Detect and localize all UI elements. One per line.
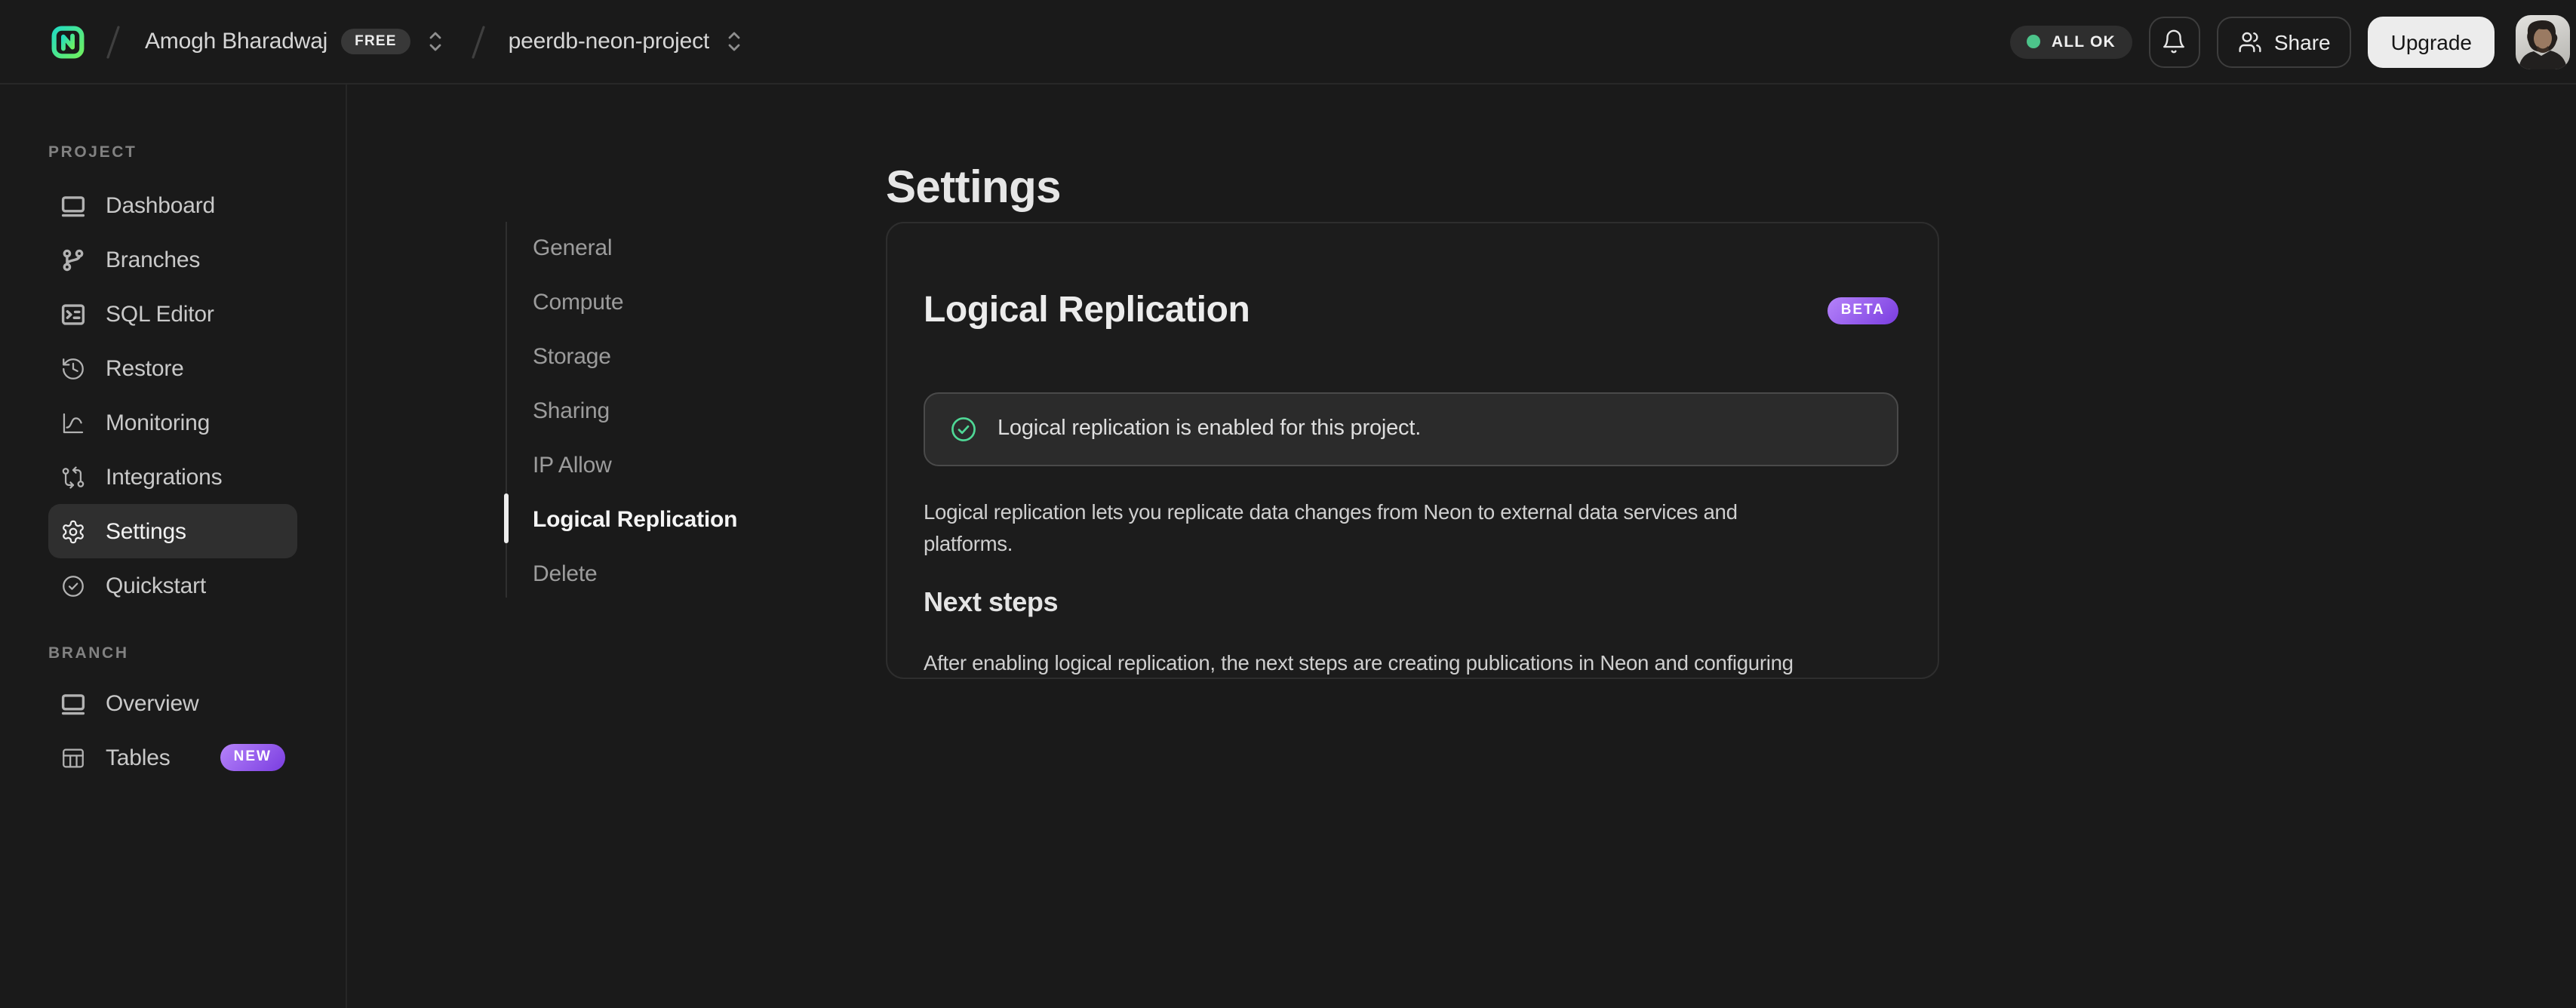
plan-badge: FREE [341,28,410,55]
top-header: Amogh Bharadwaj FREE peerdb-neon-project… [0,0,2576,85]
git-branch-icon [63,248,84,271]
next-steps-heading: Next steps [924,586,1059,617]
project-switcher[interactable]: peerdb-neon-project [509,26,745,57]
settings-nav-ip-allow[interactable]: IP Allow [506,438,838,492]
card-header: Logical Replication BETA [924,258,1898,364]
chevron-updown-icon [429,32,441,51]
settings-nav-general[interactable]: General [506,220,838,275]
settings-nav-delete[interactable]: Delete [506,546,838,601]
check-circle-icon [63,575,84,596]
users-icon [2239,31,2261,52]
sidebar-item-branches[interactable]: Branches [48,232,297,287]
sidebar-item-tables[interactable]: Tables NEW [48,730,297,785]
logical-replication-card: Logical Replication BETA Logical replica… [886,222,1939,679]
user-avatar[interactable] [2516,14,2570,69]
neon-logo-icon [51,25,85,58]
sidebar-item-sql-editor[interactable]: SQL Editor [48,287,297,341]
gear-icon [63,519,84,543]
chevron-updown-icon [728,32,740,51]
share-button[interactable]: Share [2216,16,2352,67]
notifications-button[interactable] [2148,16,2200,67]
dashboard-icon [61,195,85,217]
beta-badge: BETA [1827,297,1898,325]
sidebar-item-quickstart[interactable]: Quickstart [48,558,297,613]
neon-logo[interactable] [51,25,85,58]
line-chart-icon [63,412,84,433]
sidebar-section-branch: BRANCH [48,644,129,662]
bell-icon [2163,29,2185,54]
sidebar: PROJECT Dashboard Branches SQL Editor Re… [0,85,347,1008]
status-ok-dot [2027,35,2041,48]
status-label: ALL OK [2051,32,2116,51]
avatar-portrait [2519,19,2567,69]
sidebar-section-project: PROJECT [48,143,137,161]
page-title: Settings [886,163,1062,214]
new-badge: NEW [220,743,285,772]
overview-window-icon [61,693,85,715]
share-label: Share [2273,29,2331,54]
breadcrumb-divider [106,25,120,58]
neon-console: Amogh Bharadwaj FREE peerdb-neon-project… [0,0,2576,1008]
sidebar-item-integrations[interactable]: Integrations [48,450,297,504]
enabled-status-alert: Logical replication is enabled for this … [924,392,1898,466]
history-clock-icon [63,358,84,379]
breadcrumb-divider [472,25,485,58]
system-status-pill[interactable]: ALL OK [2010,25,2132,58]
sidebar-item-restore[interactable]: Restore [48,341,297,395]
settings-nav-compute[interactable]: Compute [506,275,838,329]
sidebar-item-settings[interactable]: Settings [48,504,297,558]
sql-terminal-icon [61,303,85,324]
alert-text: Logical replication is enabled for this … [998,416,1422,441]
settings-nav-logical-replication[interactable]: Logical Replication [506,492,838,546]
card-title: Logical Replication [924,289,1250,330]
upgrade-button[interactable]: Upgrade [2368,16,2495,67]
table-grid-icon [63,748,84,767]
header-actions: ALL OK Share Upgrade [2010,14,2570,69]
user-name: Amogh Bharadwaj [145,29,328,54]
description-text: Logical replication lets you replicate d… [924,500,1738,556]
project-name: peerdb-neon-project [508,29,710,54]
success-check-icon [951,416,976,441]
org-switcher[interactable]: Amogh Bharadwaj FREE [145,26,447,57]
sidebar-item-monitoring[interactable]: Monitoring [48,395,297,450]
settings-nav: General Compute Storage Sharing IP Allow… [506,220,838,601]
settings-nav-sharing[interactable]: Sharing [506,383,838,438]
next-steps-text: After enabling logical replication, the … [924,647,1898,678]
sidebar-item-overview[interactable]: Overview [48,676,297,730]
sidebar-item-dashboard[interactable]: Dashboard [48,178,297,232]
settings-nav-storage[interactable]: Storage [506,329,838,383]
integrations-icon [62,466,85,488]
